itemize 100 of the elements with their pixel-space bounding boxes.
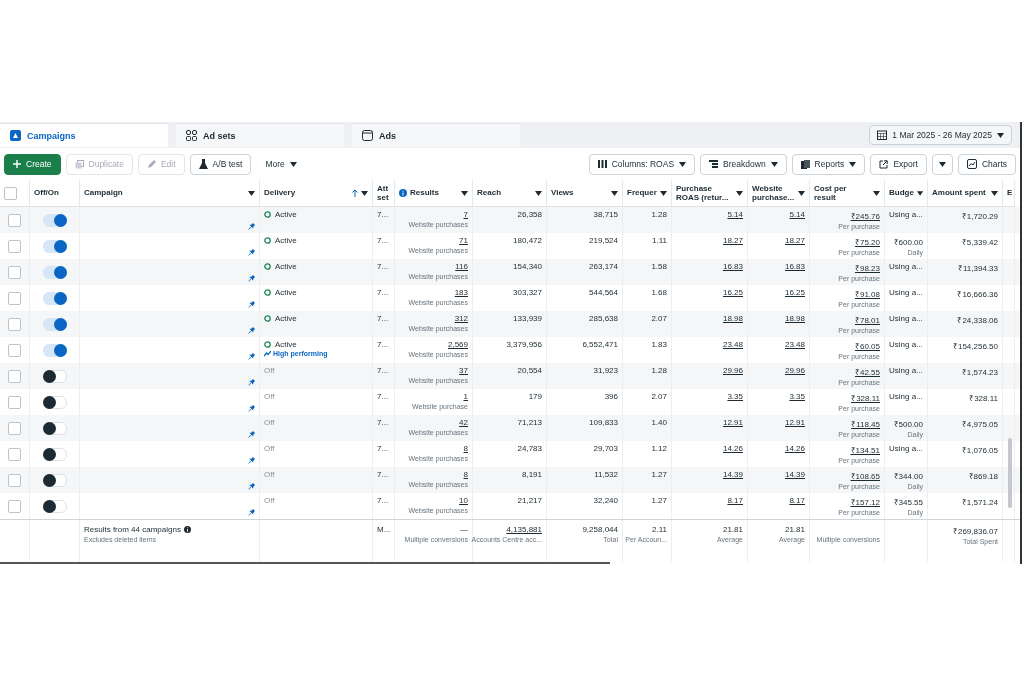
pin-icon[interactable] (248, 353, 255, 360)
info-icon[interactable] (183, 526, 191, 533)
roas-link[interactable]: 29.96 (722, 366, 743, 375)
pin-icon[interactable] (248, 379, 255, 386)
pin-icon[interactable] (248, 431, 255, 438)
pin-icon[interactable] (248, 301, 255, 308)
pin-icon[interactable] (248, 249, 255, 256)
column-header[interactable]: Campaign (84, 188, 245, 198)
cost-link[interactable]: ₹91.08 (854, 288, 880, 299)
pin-icon[interactable] (248, 327, 255, 334)
pin-icon[interactable] (248, 405, 255, 412)
roas-link[interactable]: 23.48 (784, 340, 805, 349)
export-button[interactable]: Export (870, 153, 927, 175)
reports-button[interactable]: Reports (791, 153, 866, 175)
reach-total-link[interactable]: 4,135,881 (506, 525, 542, 534)
roas-link[interactable]: 12.91 (722, 418, 743, 427)
roas-link[interactable]: 18.27 (784, 236, 805, 245)
toggle-switch[interactable] (42, 395, 67, 409)
row-checkbox[interactable] (8, 447, 21, 461)
row-checkbox[interactable] (8, 421, 21, 435)
column-header[interactable]: Frequer (627, 188, 657, 198)
column-header[interactable]: Views (551, 188, 608, 198)
cost-link[interactable]: ₹60.05 (854, 340, 880, 351)
toggle-switch[interactable] (42, 447, 67, 461)
toggle-switch[interactable] (42, 473, 67, 487)
roas-link[interactable]: 16.83 (784, 262, 805, 271)
column-header[interactable]: Delivery (264, 188, 349, 198)
cost-link[interactable]: ₹157.12 (850, 496, 880, 507)
charts-button[interactable]: Charts (957, 153, 1016, 175)
breakdown-button[interactable]: Breakdown (700, 153, 787, 175)
column-header[interactable]: Website purchase... (752, 183, 795, 203)
pin-icon[interactable] (248, 275, 255, 282)
roas-link[interactable]: 18.98 (722, 314, 743, 323)
column-header[interactable]: Budge (889, 188, 914, 198)
column-header[interactable]: Cost per result (814, 183, 870, 203)
column-header[interactable]: Off/On (34, 188, 75, 198)
select-all-checkbox[interactable] (4, 186, 17, 200)
results-link[interactable]: 183 (454, 288, 468, 297)
roas-link[interactable]: 8.17 (727, 496, 743, 505)
roas-link[interactable]: 5.14 (789, 210, 805, 219)
roas-link[interactable]: 16.25 (784, 288, 805, 297)
column-header[interactable]: Att set (377, 183, 390, 203)
roas-link[interactable]: 3.35 (727, 392, 743, 401)
create-button[interactable]: Create (4, 153, 61, 175)
toggle-switch[interactable] (42, 291, 67, 305)
row-checkbox[interactable] (8, 265, 21, 279)
toggle-switch[interactable] (42, 239, 67, 253)
column-header[interactable]: E (1007, 188, 1013, 198)
results-link[interactable]: 312 (454, 314, 468, 323)
column-header[interactable]: Purchase ROAS (retur... (676, 183, 733, 203)
row-checkbox[interactable] (8, 395, 21, 409)
toggle-switch[interactable] (42, 343, 67, 357)
toggle-switch[interactable] (42, 369, 67, 383)
column-header[interactable]: Amount spent (932, 188, 988, 198)
row-checkbox[interactable] (8, 473, 21, 487)
date-range-button[interactable]: 1 Mar 2025 - 26 May 2025 (869, 125, 1012, 145)
roas-link[interactable]: 3.35 (789, 392, 805, 401)
roas-link[interactable]: 16.25 (722, 288, 743, 297)
roas-link[interactable]: 14.39 (722, 470, 743, 479)
cost-link[interactable]: ₹245.76 (850, 210, 880, 221)
roas-link[interactable]: 14.39 (784, 470, 805, 479)
results-link[interactable]: 2,569 (447, 340, 468, 349)
row-checkbox[interactable] (8, 369, 21, 383)
roas-link[interactable]: 29.96 (784, 366, 805, 375)
results-link[interactable]: 71 (459, 236, 468, 245)
cost-link[interactable]: ₹108.65 (850, 470, 880, 481)
export-menu-button[interactable] (931, 153, 953, 175)
cost-link[interactable]: ₹78.01 (854, 314, 880, 325)
pin-icon[interactable] (248, 457, 255, 464)
row-checkbox[interactable] (8, 291, 21, 305)
tab[interactable]: Campaigns (0, 123, 168, 147)
toggle-switch[interactable] (42, 213, 67, 227)
roas-link[interactable]: 18.98 (784, 314, 805, 323)
tab[interactable]: Ads (352, 123, 520, 147)
scrollbar[interactable] (1008, 438, 1012, 508)
results-link[interactable]: 116 (455, 262, 468, 271)
toggle-switch[interactable] (42, 265, 67, 279)
results-link[interactable]: 37 (459, 366, 468, 375)
roas-link[interactable]: 14.26 (722, 444, 743, 453)
row-checkbox[interactable] (8, 317, 21, 331)
roas-link[interactable]: 8.17 (789, 496, 805, 505)
columns-button[interactable]: Columns: ROAS (588, 153, 696, 175)
pin-icon[interactable] (248, 223, 255, 230)
roas-link[interactable]: 23.48 (722, 340, 743, 349)
results-link[interactable]: 10 (459, 496, 468, 505)
toggle-switch[interactable] (42, 499, 67, 513)
roas-link[interactable]: 16.83 (722, 262, 743, 271)
toggle-switch[interactable] (42, 421, 67, 435)
column-header[interactable]: Reach (477, 188, 532, 198)
results-link[interactable]: 1 (463, 392, 468, 401)
cost-link[interactable]: ₹98.23 (854, 262, 880, 273)
row-checkbox[interactable] (8, 499, 21, 513)
roas-link[interactable]: 12.91 (784, 418, 805, 427)
roas-link[interactable]: 18.27 (722, 236, 743, 245)
results-link[interactable]: 42 (459, 418, 468, 427)
pin-icon[interactable] (248, 509, 255, 516)
pin-icon[interactable] (248, 483, 255, 490)
sort-arrow-icon[interactable] (352, 189, 358, 197)
scrollbar[interactable] (0, 562, 610, 564)
results-link[interactable]: 8 (463, 444, 468, 453)
